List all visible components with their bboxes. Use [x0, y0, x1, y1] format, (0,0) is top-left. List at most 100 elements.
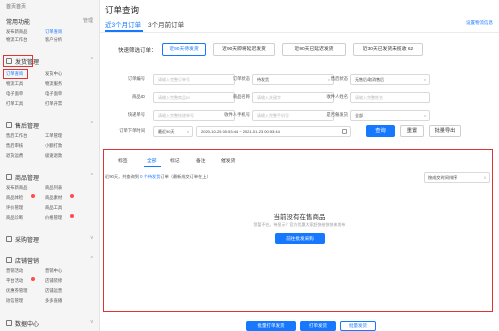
- chevron-up-icon: ^: [90, 173, 93, 179]
- sidebar-item[interactable]: 打单开票: [45, 101, 62, 107]
- sidebar-item[interactable]: 发布新商品: [6, 29, 27, 35]
- sidebar-item[interactable]: 订单查询: [45, 29, 62, 35]
- sidebar-item[interactable]: 小额打款: [45, 143, 62, 149]
- quick-filter-button[interactable]: 近90天待发货: [162, 43, 206, 56]
- sidebar-item[interactable]: 商品列表: [45, 185, 62, 191]
- highlight-shipping-section: [3, 55, 33, 67]
- new-badge-dot: [70, 214, 74, 218]
- sort-value: 按成交时间排序: [428, 175, 458, 180]
- sidebar-section-title: 采购管理: [15, 238, 40, 244]
- time-range-value: 最近90天: [158, 129, 175, 134]
- order-no-label: 订单编号: [127, 76, 145, 81]
- sidebar-item[interactable]: 物流工作台: [6, 37, 27, 43]
- status-tab-all[interactable]: 全部: [147, 157, 157, 164]
- sidebar-item[interactable]: 发布新商品: [6, 185, 27, 191]
- chevron-down-icon: v: [483, 175, 486, 180]
- order-status-value: 待发货: [257, 77, 269, 82]
- sidebar-item[interactable]: 物流工具: [6, 81, 23, 87]
- sidebar-item[interactable]: 短信管理: [6, 298, 23, 304]
- sidebar-item[interactable]: 售后审核: [6, 143, 23, 149]
- query-button[interactable]: 查询: [366, 125, 395, 137]
- logistics-settings-link[interactable]: 设置物流信息: [466, 20, 493, 26]
- sidebar-item[interactable]: 营销活动: [6, 268, 23, 274]
- highlight-order-query: [3, 69, 28, 79]
- divider: [100, 32, 499, 33]
- sidebar-section-title: 商品管理: [15, 176, 40, 182]
- sort-select[interactable]: 按成交时间排序 v: [424, 172, 490, 183]
- chevron-down-icon: v: [424, 77, 426, 82]
- urge-value: 全部: [355, 113, 363, 118]
- status-tab[interactable]: 标记: [170, 157, 180, 164]
- chevron-down-icon: v: [90, 319, 94, 325]
- pending-orders-link[interactable]: 0 个待发货: [140, 174, 160, 179]
- sidebar-section-purchase[interactable]: 采购管理 v: [4, 234, 96, 245]
- sidebar: 首页首页 常用功能 管理 发布新商品 订单查询 物流工作台 客户分析 发货管理 …: [0, 0, 100, 331]
- main-content: 订单查询 近3个月订单 3个月前订单 设置物流信息 快速筛选订单： 近90天待发…: [100, 0, 499, 331]
- new-badge-dot: [31, 277, 35, 281]
- cart-icon: [6, 236, 12, 242]
- tab-before-3-months[interactable]: 3个月前订单: [148, 19, 184, 29]
- after-status-value: 无售后/取消售后: [355, 77, 385, 82]
- sidebar-item[interactable]: 优惠券管理: [6, 288, 27, 294]
- empty-subtitle: 您暂不在，待显示？官方优惠大家赶快给快快来发布: [253, 222, 346, 227]
- quick-filter-button[interactable]: 近90天已延迟发货: [282, 43, 346, 56]
- quick-filter-button[interactable]: 近90天即将延迟发货: [213, 43, 275, 56]
- sidebar-item[interactable]: 评价管理: [6, 205, 23, 211]
- sidebar-item[interactable]: 客户分析: [45, 37, 62, 43]
- sidebar-item[interactable]: 商品工具: [45, 205, 62, 211]
- sidebar-item[interactable]: 店铺装修: [45, 278, 62, 284]
- sidebar-section-common[interactable]: 常用功能 管理: [4, 16, 96, 27]
- sidebar-item[interactable]: 店铺运营: [45, 288, 62, 294]
- date-range-picker[interactable]: 2020-10-25 00:53:44 ~ 2021-01-23 00:53:4…: [196, 126, 351, 137]
- chart-icon: [6, 320, 12, 326]
- reset-button[interactable]: 重置: [400, 125, 424, 137]
- status-tab[interactable]: 标签: [118, 157, 128, 164]
- sidebar-item[interactable]: 多多直播: [45, 298, 62, 304]
- export-button[interactable]: 批量导出: [429, 125, 461, 137]
- sidebar-section-goods[interactable]: 商品管理 ^: [4, 172, 96, 183]
- page-title: 订单查询: [105, 5, 140, 15]
- chevron-down-icon: v: [424, 113, 426, 118]
- sidebar-item[interactable]: 价格管理: [45, 215, 62, 221]
- sidebar-section-after-sale[interactable]: 售后管理 ^: [4, 120, 96, 131]
- sidebar-item[interactable]: 售后工作台: [6, 133, 27, 139]
- sidebar-item[interactable]: 电子面单: [45, 91, 62, 97]
- sidebar-section-data[interactable]: 数据中心 v: [4, 318, 96, 329]
- sidebar-item[interactable]: 工单管理: [45, 133, 62, 139]
- sidebar-item[interactable]: 平台活动: [6, 278, 23, 284]
- order-status-label: 订单状态: [232, 76, 250, 81]
- receiver-name-input[interactable]: 请输入完整姓名: [350, 92, 430, 103]
- sidebar-item[interactable]: 商品体检: [6, 195, 23, 201]
- sidebar-item[interactable]: 极速退款: [45, 153, 62, 159]
- sidebar-item[interactable]: 打单工具: [6, 101, 23, 107]
- print-ship-button[interactable]: 打单发货: [300, 321, 336, 331]
- go-purchase-button[interactable]: 前往批发采购: [275, 233, 325, 244]
- urge-select[interactable]: 全部 v: [350, 110, 430, 121]
- time-range-select[interactable]: 最近90天 v: [153, 126, 193, 137]
- date-range-value: 2020-10-25 00:53:44 ~ 2021-01-23 00:53:4…: [201, 129, 280, 134]
- batch-print-ship-button[interactable]: 批量打单发货: [246, 321, 296, 331]
- sidebar-section-shop[interactable]: 店铺营销 ^: [4, 255, 96, 266]
- sidebar-item[interactable]: 退货运费: [6, 153, 23, 159]
- after-status-select[interactable]: 无售后/取消售后 v: [350, 74, 430, 85]
- status-tab[interactable]: 备注: [196, 157, 206, 164]
- batch-ship-button[interactable]: 批量发货: [340, 321, 376, 331]
- sidebar-item[interactable]: 电子面单: [6, 91, 23, 97]
- sidebar-item[interactable]: 商品诊断: [6, 215, 23, 221]
- chevron-up-icon: ^: [90, 256, 93, 262]
- sidebar-item[interactable]: 商品素材: [45, 195, 62, 201]
- sidebar-home-link[interactable]: 首页首页: [6, 3, 26, 10]
- new-badge-dot: [70, 194, 74, 198]
- tracking-no-label: 快递单号: [127, 112, 145, 117]
- receiver-name-label: 收件人姓名: [326, 94, 348, 99]
- quick-filter-button[interactable]: 近30天已发货未揽收 62: [353, 43, 423, 56]
- sidebar-manage-link[interactable]: 管理: [83, 17, 93, 24]
- sidebar-item[interactable]: 发货中心: [45, 71, 62, 77]
- sidebar-item[interactable]: 物流服务: [45, 81, 62, 87]
- sidebar-item[interactable]: 营销中心: [45, 268, 62, 274]
- app-root: 首页首页 常用功能 管理 发布新商品 订单查询 物流工作台 客户分析 发货管理 …: [0, 0, 499, 331]
- status-tab[interactable]: 催发货: [221, 157, 235, 164]
- tab-recent-3-months[interactable]: 近3个月订单: [105, 19, 141, 29]
- sidebar-section-title: 售后管理: [15, 124, 40, 130]
- order-time-label: 订单下单时间: [119, 128, 145, 133]
